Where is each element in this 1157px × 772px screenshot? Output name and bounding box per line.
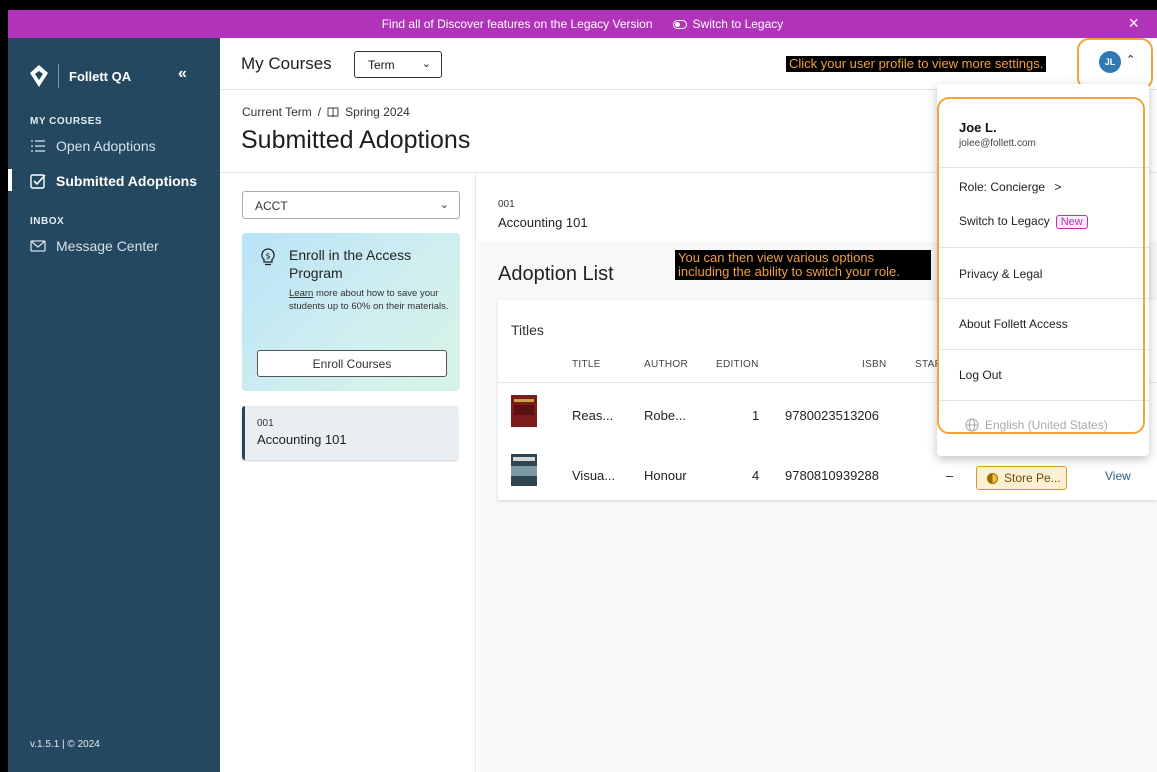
app-window: Find all of Discover features on the Leg… bbox=[8, 10, 1157, 772]
course-code: 001 bbox=[257, 418, 274, 429]
menu-divider bbox=[937, 167, 1149, 168]
section-inbox: INBOX bbox=[30, 216, 65, 227]
department-select-value: ACCT bbox=[255, 199, 288, 213]
access-program-heading: Enroll in the Access Program bbox=[289, 247, 412, 281]
half-circle-icon bbox=[987, 472, 998, 484]
view-link[interactable]: View bbox=[1105, 469, 1131, 483]
book-cover-image bbox=[511, 454, 537, 486]
column-header-author[interactable]: AUTHOR bbox=[644, 359, 688, 370]
access-program-card: $ Enroll in the Access Program Learn mor… bbox=[242, 233, 460, 391]
cell-author: Honour bbox=[644, 468, 687, 483]
sidebar-item-submitted-adoptions[interactable]: Submitted Adoptions bbox=[30, 173, 197, 189]
learn-more-link[interactable]: Learn bbox=[289, 288, 313, 299]
breadcrumb-root[interactable]: Current Term bbox=[242, 105, 312, 119]
page-title: Submitted Adoptions bbox=[241, 126, 471, 154]
breadcrumb: Current Term / Spring 2024 bbox=[242, 105, 410, 119]
column-header-edition[interactable]: EDITION bbox=[716, 359, 759, 370]
brand-name: Follett QA bbox=[69, 68, 132, 84]
chevron-down-icon: ⌄ bbox=[439, 199, 449, 211]
cell-isbn: 9780810939288 bbox=[785, 468, 879, 483]
menu-item-switch-to-legacy[interactable]: Switch to Legacy New bbox=[959, 214, 1088, 229]
menu-divider bbox=[937, 247, 1149, 248]
access-program-description-text: more about how to save your students up … bbox=[289, 288, 449, 312]
svg-text:$: $ bbox=[265, 252, 270, 261]
sidebar-item-label: Submitted Adoptions bbox=[56, 173, 198, 189]
selected-course-code: 001 bbox=[498, 199, 515, 210]
chevron-up-icon[interactable]: ⌃ bbox=[1126, 53, 1135, 66]
menu-divider bbox=[937, 400, 1149, 401]
titles-label: Titles bbox=[511, 322, 544, 338]
switch-to-legacy-link[interactable]: Switch to Legacy bbox=[672, 17, 784, 31]
cell-author: Robe... bbox=[644, 408, 686, 423]
cell-start: – bbox=[946, 468, 954, 483]
list-icon bbox=[31, 140, 45, 152]
active-indicator bbox=[8, 169, 12, 191]
cell-edition: 4 bbox=[752, 468, 760, 483]
user-email: jolee@follett.com bbox=[959, 138, 1036, 149]
department-select[interactable]: ACCT ⌄ bbox=[242, 191, 460, 219]
role-label: Role: Concierge bbox=[959, 180, 1046, 194]
term-select-value: Term bbox=[368, 57, 395, 72]
banner-message: Find all of Discover features on the Leg… bbox=[381, 17, 653, 31]
menu-item-log-out[interactable]: Log Out bbox=[959, 368, 1002, 382]
course-name: Accounting 101 bbox=[257, 432, 347, 447]
status-badge-label: Store Pe... bbox=[1004, 471, 1061, 485]
selected-course-name: Accounting 101 bbox=[498, 215, 588, 230]
book-cover-image bbox=[511, 395, 537, 427]
sidebar-item-open-adoptions[interactable]: Open Adoptions bbox=[30, 138, 156, 154]
role-callout: You can then view various options includ… bbox=[675, 250, 931, 280]
globe-icon bbox=[965, 418, 979, 432]
close-banner-button[interactable]: × bbox=[1128, 14, 1139, 32]
breadcrumb-separator: / bbox=[317, 105, 322, 119]
book-icon bbox=[327, 107, 339, 117]
user-avatar[interactable]: JL bbox=[1099, 51, 1121, 73]
mail-icon bbox=[30, 240, 46, 252]
switch-to-legacy-label: Switch to Legacy bbox=[692, 17, 784, 31]
cell-title: Reas... bbox=[572, 408, 614, 423]
collapse-sidebar-button[interactable]: « bbox=[178, 65, 187, 83]
cell-title: Visua... bbox=[572, 468, 616, 483]
legacy-banner: Find all of Discover features on the Leg… bbox=[8, 10, 1157, 38]
switch-to-legacy-label: Switch to Legacy bbox=[959, 214, 1050, 228]
cell-edition: 1 bbox=[752, 408, 760, 423]
course-card-accounting-101[interactable]: 001 Accounting 101 bbox=[242, 406, 458, 460]
profile-callout: Click your user profile to view more set… bbox=[786, 56, 1047, 72]
cell-isbn: 9780023513206 bbox=[785, 408, 879, 423]
enroll-courses-button[interactable]: Enroll Courses bbox=[257, 350, 447, 377]
menu-divider bbox=[937, 298, 1149, 299]
chevron-down-icon: ⌄ bbox=[421, 58, 431, 70]
sidebar: Follett QA « MY COURSES Open Adoptions S… bbox=[8, 38, 220, 772]
column-header-title[interactable]: TITLE bbox=[572, 359, 601, 370]
sidebar-item-message-center[interactable]: Message Center bbox=[30, 238, 159, 254]
menu-item-privacy-legal[interactable]: Privacy & Legal bbox=[959, 267, 1042, 281]
access-program-description: Learn more about how to save your studen… bbox=[289, 287, 449, 313]
course-list-panel: ACCT ⌄ $ Enroll in the Access Program Le… bbox=[220, 173, 476, 772]
term-select[interactable]: Term ⌄ bbox=[354, 51, 442, 78]
menu-item-about[interactable]: About Follett Access bbox=[959, 317, 1068, 331]
adoption-list-title: Adoption List bbox=[498, 263, 614, 285]
language-label: English (United States) bbox=[985, 418, 1108, 432]
status-badge[interactable]: Store Pe... bbox=[976, 466, 1067, 490]
menu-item-role[interactable]: Role: Concierge > bbox=[959, 180, 1061, 194]
language-selector[interactable]: English (United States) bbox=[965, 418, 1108, 432]
header-title: My Courses bbox=[241, 54, 332, 73]
lightbulb-dollar-icon: $ bbox=[261, 248, 275, 266]
version-label: v.1.5.1 | © 2024 bbox=[30, 739, 100, 750]
brand[interactable]: Follett QA bbox=[30, 64, 131, 88]
sidebar-item-label: Message Center bbox=[56, 238, 159, 254]
user-name: Joe L. bbox=[959, 120, 997, 135]
chevron-right-icon: > bbox=[1054, 180, 1062, 194]
column-header-isbn[interactable]: ISBN bbox=[862, 359, 887, 370]
brand-divider bbox=[58, 64, 59, 88]
breadcrumb-current: Spring 2024 bbox=[345, 105, 410, 119]
section-my-courses: MY COURSES bbox=[30, 116, 103, 127]
checkbox-icon bbox=[30, 174, 46, 189]
new-badge: New bbox=[1055, 215, 1088, 229]
top-header: My Courses Term ⌄ Click your user profil… bbox=[220, 38, 1157, 90]
sidebar-item-label: Open Adoptions bbox=[56, 138, 156, 154]
profile-menu: Joe L. jolee@follett.com Role: Concierge… bbox=[937, 84, 1149, 456]
toggle-icon bbox=[672, 19, 687, 29]
follett-logo-icon bbox=[30, 65, 48, 87]
menu-divider bbox=[937, 349, 1149, 350]
